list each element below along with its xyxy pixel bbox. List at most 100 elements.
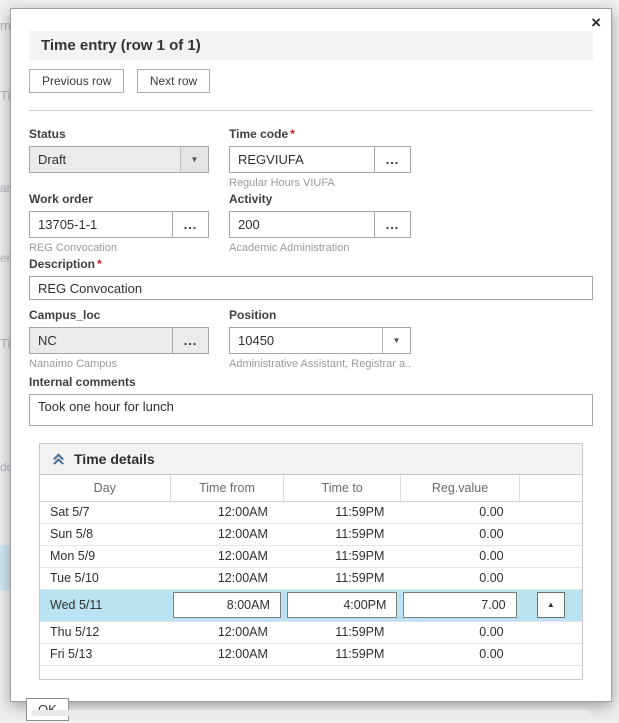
action-cell xyxy=(519,643,582,666)
action-cell xyxy=(519,501,582,524)
position-select[interactable]: 10450 ▼ xyxy=(229,327,411,354)
time-details-title: Time details xyxy=(74,451,155,467)
column-header-action xyxy=(519,475,582,502)
next-row-button[interactable]: Next row xyxy=(136,69,211,93)
activity-label: Activity xyxy=(229,192,273,206)
work-order-helper: REG Convocation xyxy=(29,242,118,254)
status-label: Status xyxy=(29,127,66,141)
time-from-cell: 12:00AM xyxy=(170,501,284,524)
position-label: Position xyxy=(229,308,277,322)
time-entry-form: Status Draft ▼ Time code* ... Re xyxy=(29,111,593,429)
status-value: Draft xyxy=(38,152,67,167)
time-from-cell: 12:00AM xyxy=(170,621,284,644)
collapse-row-button[interactable]: ▲ xyxy=(536,592,565,618)
table-row[interactable]: Fri 5/13 12:00AM 11:59PM 0.00 xyxy=(40,643,582,666)
reg-value-cell: 0.00 xyxy=(400,523,520,546)
time-from-cell: 12:00AM xyxy=(170,523,284,546)
position-helper: Administrative Assistant, Registrar a... xyxy=(229,358,411,370)
time-to-input[interactable] xyxy=(286,592,398,618)
dropdown-arrow-icon[interactable]: ▼ xyxy=(382,328,410,353)
action-cell xyxy=(519,621,582,644)
time-code-lookup-icon[interactable]: ... xyxy=(374,146,411,173)
time-entry-dialog: × Time entry (row 1 of 1) Previous row N… xyxy=(10,8,612,721)
campus-loc-field: Campus_loc ... Nanaimo Campus xyxy=(29,308,209,371)
status-helper xyxy=(29,177,209,190)
close-icon[interactable]: × xyxy=(591,13,601,33)
column-header-time-to: Time to xyxy=(283,475,401,502)
status-field: Status Draft ▼ xyxy=(29,127,209,190)
time-from-input[interactable] xyxy=(173,592,281,618)
day-cell: Sun 5/8 xyxy=(40,523,171,546)
time-details-table: Day Time from Time to Reg.value Sat 5/7 … xyxy=(40,475,582,679)
position-field: Position 10450 ▼ Administrative Assistan… xyxy=(229,308,411,371)
work-order-input[interactable] xyxy=(29,211,173,238)
day-cell: Tue 5/10 xyxy=(40,567,171,590)
description-field: Description * xyxy=(29,257,593,300)
reg-value-cell: 0.00 xyxy=(400,501,520,524)
reg-value-input[interactable] xyxy=(403,592,517,618)
activity-input[interactable] xyxy=(229,211,375,238)
required-asterisk: * xyxy=(97,257,102,271)
time-to-cell: 11:59PM xyxy=(283,643,401,666)
campus-loc-lookup-icon[interactable]: ... xyxy=(172,327,209,354)
status-select[interactable]: Draft ▼ xyxy=(29,146,209,173)
description-input[interactable] xyxy=(29,276,593,300)
table-row[interactable]: Sat 5/7 12:00AM 11:59PM 0.00 xyxy=(40,501,582,524)
campus-loc-input[interactable] xyxy=(29,327,173,354)
dialog-title: Time entry (row 1 of 1) xyxy=(29,31,593,60)
time-code-label: Time code * xyxy=(229,127,295,141)
table-header-row: Day Time from Time to Reg.value xyxy=(40,475,582,502)
time-code-field: Time code* ... Regular Hours VIUFA xyxy=(229,127,411,190)
background-selected-row-sliver xyxy=(0,545,10,590)
activity-field: Activity ... Academic Administration xyxy=(229,192,411,255)
table-row-selected[interactable]: Wed 5/11 ▲ xyxy=(40,589,582,622)
activity-helper: Academic Administration xyxy=(229,242,350,254)
day-cell: Fri 5/13 xyxy=(40,643,171,666)
day-cell: Thu 5/12 xyxy=(40,621,171,644)
day-cell: Mon 5/9 xyxy=(40,545,171,568)
required-asterisk: * xyxy=(290,127,295,141)
time-from-cell: 12:00AM xyxy=(170,643,284,666)
internal-comments-label: Internal comments xyxy=(29,375,136,389)
table-row-empty xyxy=(40,665,582,679)
time-to-cell: 11:59PM xyxy=(283,567,401,590)
time-to-cell: 11:59PM xyxy=(283,545,401,568)
previous-row-button[interactable]: Previous row xyxy=(29,69,125,93)
reg-value-cell: 0.00 xyxy=(400,567,520,590)
column-header-reg-value: Reg.value xyxy=(399,475,520,502)
column-header-time-from: Time from xyxy=(169,475,284,502)
reg-value-cell: 0.00 xyxy=(400,621,520,644)
page-background: m Tir ar er Tir do × Time entry (row 1 o… xyxy=(0,0,619,721)
action-cell xyxy=(519,567,582,590)
time-to-cell: 11:59PM xyxy=(283,523,401,546)
time-to-cell: 11:59PM xyxy=(283,621,401,644)
collapse-icon[interactable] xyxy=(52,452,65,466)
reg-value-cell: 0.00 xyxy=(400,545,520,568)
work-order-field: Work order ... REG Convocation xyxy=(29,192,209,255)
column-header-day: Day xyxy=(40,475,171,502)
table-row[interactable]: Thu 5/12 12:00AM 11:59PM 0.00 xyxy=(40,621,582,644)
table-row[interactable]: Mon 5/9 12:00AM 11:59PM 0.00 xyxy=(40,545,582,568)
action-cell xyxy=(519,523,582,546)
time-from-cell: 12:00AM xyxy=(170,545,284,568)
table-row[interactable]: Tue 5/10 12:00AM 11:59PM 0.00 xyxy=(40,567,582,590)
description-label: Description * xyxy=(29,257,102,271)
horizontal-scrollbar-track[interactable] xyxy=(31,710,591,716)
activity-lookup-icon[interactable]: ... xyxy=(374,211,411,238)
internal-comments-input[interactable]: Took one hour for lunch xyxy=(29,394,593,426)
time-from-cell: 12:00AM xyxy=(170,567,284,590)
time-to-cell: 11:59PM xyxy=(283,501,401,524)
campus-loc-helper: Nanaimo Campus xyxy=(29,358,118,370)
action-cell xyxy=(519,545,582,568)
time-details-header[interactable]: Time details xyxy=(40,444,582,475)
dropdown-arrow-icon[interactable]: ▼ xyxy=(180,147,208,172)
internal-comments-field: Internal comments Took one hour for lunc… xyxy=(29,375,593,429)
day-cell: Wed 5/11 xyxy=(40,589,171,622)
day-cell: Sat 5/7 xyxy=(40,501,171,524)
work-order-lookup-icon[interactable]: ... xyxy=(172,211,209,238)
time-code-input[interactable] xyxy=(229,146,375,173)
position-value: 10450 xyxy=(238,333,275,348)
campus-loc-label: Campus_loc xyxy=(29,308,101,322)
table-row[interactable]: Sun 5/8 12:00AM 11:59PM 0.00 xyxy=(40,523,582,546)
time-code-helper: Regular Hours VIUFA xyxy=(229,177,335,189)
